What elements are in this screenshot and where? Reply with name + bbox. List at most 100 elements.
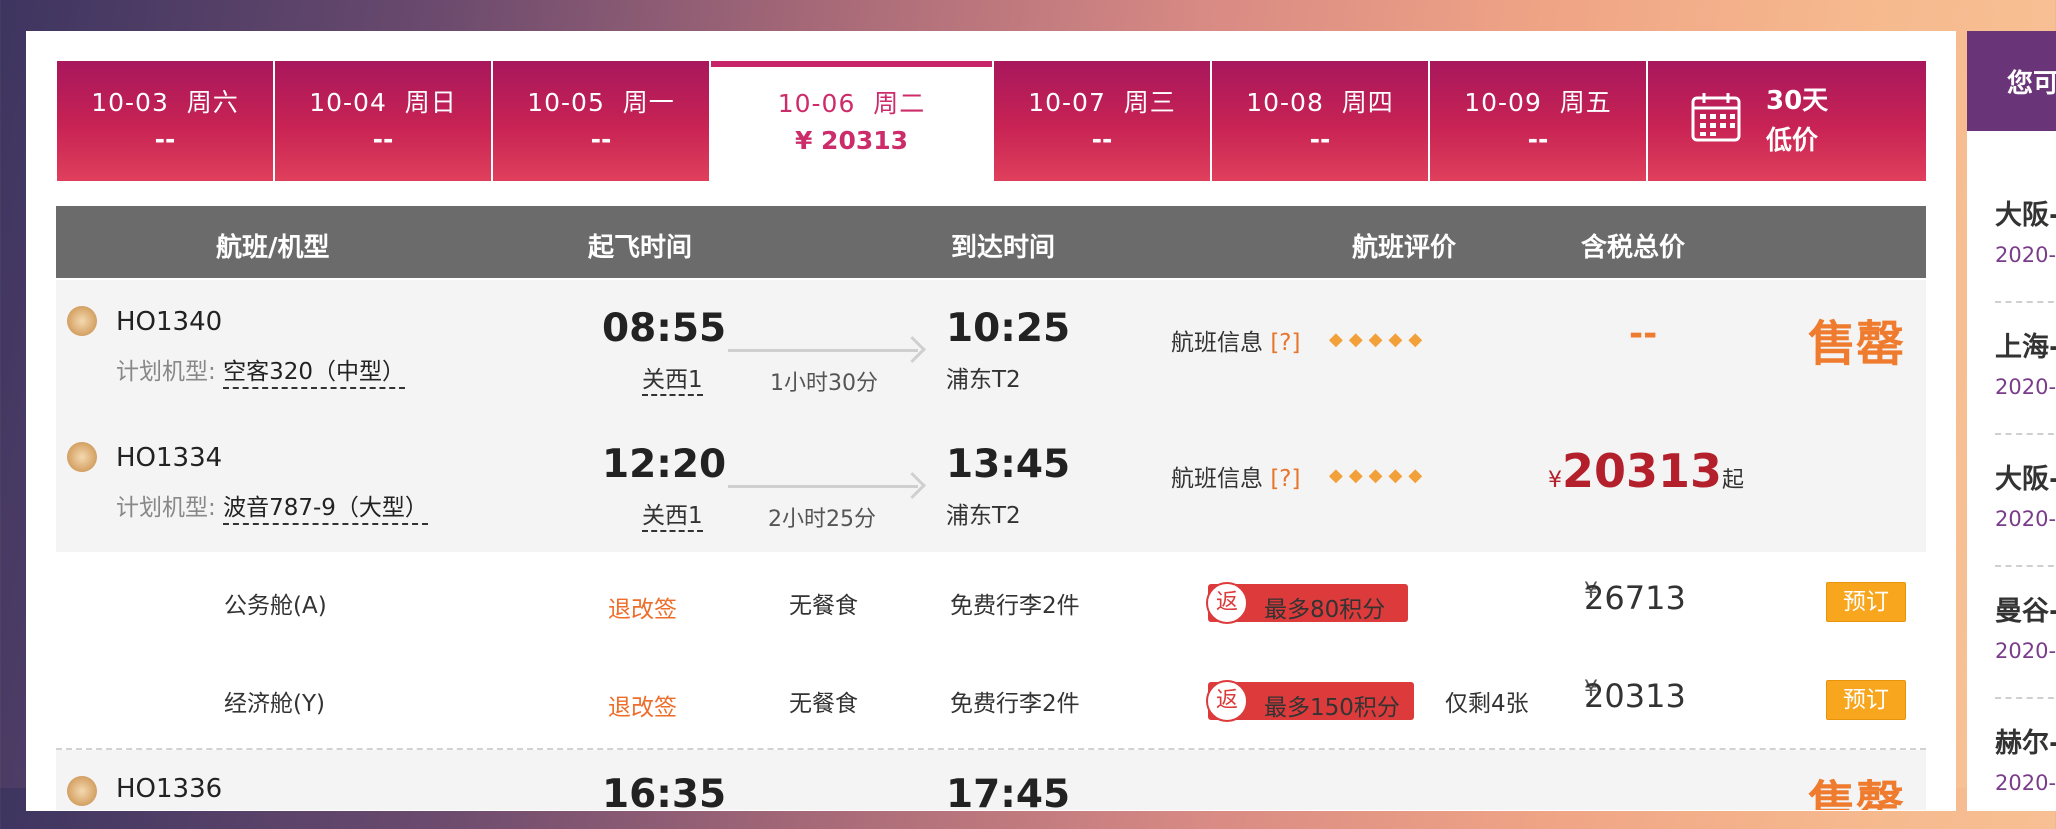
flight-row-ho1336[interactable]: HO1336 16:35 17:45 售罄 — [56, 750, 1926, 810]
flight-info-label: 航班信息 — [1171, 330, 1263, 356]
book-button[interactable]: 预订 — [1826, 582, 1906, 622]
date-tab-date: 10-04 周日 — [309, 88, 457, 117]
price-suffix: 起 — [1722, 468, 1745, 493]
sold-out-label: 售罄 — [1808, 776, 1905, 810]
rating-diamonds-icon: ◆◆◆◆◆ — [1329, 465, 1429, 486]
baggage-info: 免费行李2件 — [950, 691, 1080, 717]
flight-duration: 2小时25分 — [768, 507, 876, 532]
flight-row-ho1340[interactable]: HO1340 计划机型: 空客320（中型） 08:55 关西1 1小时30分 … — [56, 280, 1926, 416]
sidebar-item-date: 2020- — [1995, 507, 2056, 531]
sidebar-item-date: 2020- — [1995, 639, 2056, 663]
date-tab-10-09[interactable]: 10-09 周五 -- — [1430, 61, 1646, 181]
date-tab-10-06[interactable]: 10-06 周二 ¥ 20313 — [711, 61, 992, 183]
low-price-calendar-tab[interactable]: 30天 低价 — [1648, 61, 1926, 181]
col-flight: 航班/机型 — [216, 233, 330, 263]
sidebar-item[interactable]: 上海- 2020- — [1995, 303, 2056, 435]
arrival-time: 13:45 — [946, 442, 1071, 487]
cabin-name: 经济舱(Y) — [224, 691, 325, 717]
date-tab-date: 10-08 周四 — [1246, 88, 1394, 117]
flight-row-ho1334[interactable]: HO1334 计划机型: 波音787-9（大型） 12:20 关西1 2小时25… — [56, 416, 1926, 552]
sidebar-item-route: 上海- — [1995, 332, 2056, 363]
col-rating: 航班评价 — [1352, 233, 1457, 263]
date-tab-10-08[interactable]: 10-08 周四 -- — [1212, 61, 1428, 181]
rating-diamonds-icon: ◆◆◆◆◆ — [1329, 329, 1429, 350]
date-tab-date: 10-03 周六 — [91, 88, 239, 117]
cabin-row-economy: 经济舱(Y) 退改签 无餐食 免费行李2件 返 最多150积分 仅剩4张 ¥ 2… — [56, 650, 1926, 750]
airline-logo-icon — [67, 442, 97, 472]
sidebar-item-route: 大阪- — [1995, 464, 2056, 495]
flight-info-label: 航班信息 — [1171, 466, 1263, 492]
plane-type-value[interactable]: 波音787-9（大型） — [223, 495, 428, 525]
sidebar-item-date: 2020- — [1995, 375, 2056, 399]
flight-info-link[interactable]: 航班信息 [?] — [1171, 323, 1300, 357]
airline-logo-icon — [67, 776, 97, 806]
sidebar-item[interactable]: 大阪- 2020- — [1995, 171, 2056, 303]
sidebar-item-route: 大阪- — [1995, 200, 2056, 231]
sidebar-item-route: 赫尔- — [1995, 728, 2056, 759]
sidebar-item[interactable]: 赫尔- 2020- — [1995, 699, 2056, 829]
date-tab-bar: 10-03 周六 -- 10-04 周日 -- 10-05 周一 -- 10-0… — [57, 61, 1926, 183]
book-button[interactable]: 预订 — [1826, 680, 1906, 720]
points-text: 最多80积分 — [1264, 597, 1386, 623]
rebate-icon: 返 — [1206, 680, 1248, 722]
arrival-terminal: 浦东T2 — [946, 503, 1021, 529]
departure-terminal[interactable]: 关西1 — [642, 360, 703, 396]
cabin-name: 公务舱(A) — [224, 593, 327, 619]
col-depart: 起飞时间 — [588, 233, 693, 263]
table-header: 航班/机型 起飞时间 到达时间 航班评价 含税总价 — [56, 206, 1926, 278]
flight-arrow-icon — [728, 485, 918, 488]
airline-logo-icon — [67, 306, 97, 336]
sidebar-item[interactable]: 大阪- 2020- — [1995, 435, 2056, 567]
date-tab-price: -- — [1309, 125, 1331, 154]
date-tab-price: -- — [590, 125, 612, 154]
calendar-label-line1: 30天 — [1766, 86, 1829, 116]
plane-type-label: 计划机型: — [116, 495, 216, 521]
date-tab-date: 10-07 周三 — [1028, 88, 1176, 117]
calendar-label-line2: 低价 — [1766, 126, 1819, 156]
flight-info-link[interactable]: 航班信息 [?] — [1171, 459, 1300, 493]
date-tab-date: 10-06 周二 — [777, 89, 926, 118]
refund-change-link[interactable]: 退改签 — [608, 688, 677, 722]
plane-type-value[interactable]: 空客320（中型） — [223, 359, 405, 389]
flight-number: HO1334 — [116, 443, 223, 473]
calendar-icon — [1691, 93, 1741, 142]
calendar-label: 30天 低价 — [1766, 81, 1828, 161]
arrival-time: 17:45 — [946, 772, 1071, 810]
rebate-icon: 返 — [1206, 582, 1248, 624]
sidebar-item-date: 2020- — [1995, 243, 2056, 267]
cabin-row-business: 公务舱(A) 退改签 无餐食 免费行李2件 返 最多80积分 ¥ 26713 预… — [56, 552, 1926, 652]
flight-duration: 1小时30分 — [770, 371, 878, 396]
date-tab-10-03[interactable]: 10-03 周六 -- — [57, 61, 273, 181]
col-price: 含税总价 — [1581, 233, 1686, 263]
meal-info: 无餐食 — [789, 691, 858, 717]
help-icon[interactable]: [?] — [1270, 466, 1300, 492]
arrival-terminal: 浦东T2 — [946, 367, 1021, 393]
lowest-price: ¥20313起 — [1548, 444, 1744, 498]
sold-out-label: 售罄 — [1808, 316, 1905, 372]
price-value: 26713 — [1584, 579, 1686, 617]
points-badge: 返 最多150积分 — [1206, 680, 1414, 722]
departure-time: 12:20 — [602, 442, 727, 487]
points-text: 最多150积分 — [1264, 695, 1400, 721]
date-tab-10-07[interactable]: 10-07 周三 -- — [994, 61, 1210, 181]
date-tab-date: 10-05 周一 — [527, 88, 675, 117]
sidebar-item[interactable]: 曼谷- 2020- — [1995, 567, 2056, 699]
flight-number: HO1340 — [116, 307, 223, 337]
flight-number: HO1336 — [116, 774, 223, 804]
help-icon[interactable]: [?] — [1270, 330, 1300, 356]
departure-time: 16:35 — [602, 772, 727, 810]
price-value: 20313 — [1562, 444, 1723, 498]
plane-type: 计划机型: 空客320（中型） — [116, 352, 405, 389]
date-tab-10-05[interactable]: 10-05 周一 -- — [493, 61, 709, 181]
refund-change-link[interactable]: 退改签 — [608, 590, 677, 624]
date-tab-price: -- — [1091, 125, 1113, 154]
date-tab-price: -- — [372, 125, 394, 154]
sidebar-header: 您可 — [1967, 31, 2056, 131]
meal-info: 无餐食 — [789, 593, 858, 619]
date-tab-price: ¥ 20313 — [794, 126, 909, 155]
date-tab-10-04[interactable]: 10-04 周日 -- — [275, 61, 491, 181]
departure-time: 08:55 — [602, 306, 727, 351]
points-badge: 返 最多80积分 — [1206, 582, 1408, 624]
departure-terminal[interactable]: 关西1 — [642, 496, 703, 532]
price-currency: ¥ — [1548, 468, 1562, 493]
